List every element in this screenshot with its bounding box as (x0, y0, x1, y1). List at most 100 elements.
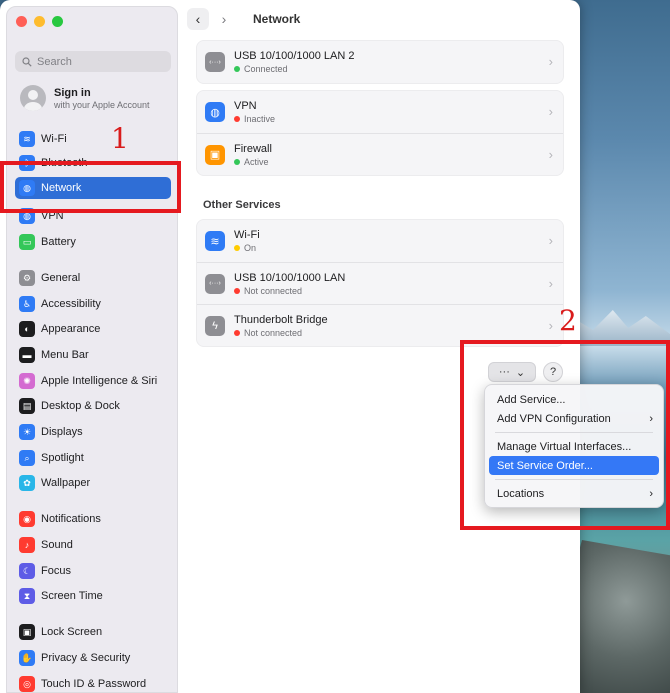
sidebar-item-label: Focus (41, 565, 71, 577)
sidebar-item-displays[interactable]: ☀ Displays (15, 421, 171, 443)
privacy-icon: ✋ (19, 650, 35, 666)
sidebar-item-label: Wi-Fi (41, 133, 67, 145)
sidebar-item-wallpaper[interactable]: ✿ Wallpaper (15, 472, 171, 494)
search-icon (22, 56, 32, 67)
close-button[interactable] (16, 16, 27, 27)
signin-subtitle: with your Apple Account (54, 99, 150, 110)
spotlight-icon: ⌕ (19, 450, 35, 466)
status-dot (234, 116, 240, 122)
sidebar-item-menu-bar[interactable]: ▬ Menu Bar (15, 344, 171, 366)
service-name: VPN (234, 100, 257, 112)
sidebar-item-sound[interactable]: ♪ Sound (15, 534, 171, 556)
service-name: Firewall (234, 142, 272, 155)
chevron-right-icon: › (548, 276, 553, 291)
service-name: USB 10/100/1000 LAN 2 (234, 50, 355, 62)
other-services-card: ≋ Wi-Fi On › ‹···› USB 10/100/1000 LAN Not con… (196, 219, 564, 347)
firewall-icon: ▣ (205, 144, 225, 165)
sound-icon: ♪ (19, 537, 35, 553)
siri-icon: ✺ (19, 373, 35, 389)
sidebar-item-label: Notifications (41, 513, 101, 525)
sidebar-item-wi-fi[interactable]: ≋ Wi-Fi (15, 128, 171, 150)
zoom-button[interactable] (52, 16, 63, 27)
status-dot (234, 158, 240, 165)
sidebar-item-apple-intelligence-siri[interactable]: ✺ Apple Intelligence & Siri (15, 370, 171, 392)
services-card: ‹···› USB 10/100/1000 LAN 2 Connected › (196, 40, 564, 84)
status-dot (234, 287, 240, 294)
sidebar-item-label: Displays (41, 426, 83, 438)
ethernet-icon: ‹···› (205, 52, 225, 72)
sidebar-item-label: General (41, 272, 81, 284)
sidebar-item-label: Sound (41, 539, 73, 551)
vpn-globe-icon: ◍ (205, 102, 225, 122)
dock-icon: ▤ (19, 398, 35, 414)
sidebar-item-spotlight[interactable]: ⌕ Spotlight (15, 447, 171, 469)
service-status: Not connected (244, 327, 303, 338)
service-row-vpn[interactable]: ◍ VPN Inactive › (197, 91, 563, 133)
search-field[interactable]: Search (15, 51, 171, 72)
chevron-left-icon: ‹ (195, 11, 201, 27)
menubar-icon: ▬ (19, 347, 35, 363)
service-name: USB 10/100/1000 LAN (234, 271, 346, 284)
sidebar-item-desktop-dock[interactable]: ▤ Desktop & Dock (15, 395, 171, 417)
sidebar-item-label: Appearance (41, 323, 101, 335)
sidebar-item-accessibility[interactable]: ♿ Accessibility (15, 293, 171, 315)
back-button[interactable]: ‹ (187, 8, 209, 30)
service-name: Thunderbolt Bridge (234, 313, 328, 326)
wallpaper-icon: ✿ (19, 475, 35, 491)
forward-button[interactable]: › (213, 8, 235, 30)
status-dot (234, 66, 240, 72)
focus-icon: ☾ (19, 563, 35, 579)
service-row-wi-fi[interactable]: ≋ Wi-Fi On › (197, 220, 563, 262)
sidebar-item-label: Wallpaper (41, 477, 91, 489)
sidebar-item-general[interactable]: ⚙ General (15, 267, 171, 289)
screentime-icon: ⧗ (19, 588, 35, 604)
annotation-number-1: 1 (111, 122, 129, 155)
service-row-usb-10-100-1000-lan-2[interactable]: ‹···› USB 10/100/1000 LAN 2 Connected › (197, 41, 563, 83)
service-status: Not connected (244, 285, 303, 296)
sidebar-item-label: Desktop & Dock (41, 400, 120, 412)
sidebar-item-label: Screen Time (41, 590, 103, 602)
annotation-box-2 (460, 340, 670, 530)
service-status: On (244, 243, 257, 253)
wifi-icon: ≋ (205, 231, 225, 251)
annotation-number-2: 2 (559, 304, 577, 337)
other-services-title: Other Services (203, 199, 281, 211)
status-dot (234, 329, 240, 336)
chevron-right-icon: › (548, 104, 553, 119)
minimize-button[interactable] (34, 16, 45, 27)
window-controls (16, 16, 63, 27)
sidebar-item-focus[interactable]: ☾ Focus (15, 560, 171, 582)
apple-account-signin[interactable]: Sign in with your Apple Account (20, 85, 150, 111)
signin-title: Sign in (54, 86, 91, 99)
sidebar-item-appearance[interactable]: ◐ Appearance (15, 318, 171, 340)
sidebar-item-label: Privacy & Security (41, 652, 131, 664)
sidebar-item-lock-screen[interactable]: ▣ Lock Screen (15, 621, 171, 643)
page-title: Network (253, 12, 301, 26)
sidebar-item-notifications[interactable]: ◉ Notifications (15, 508, 171, 530)
sidebar-item-privacy-security[interactable]: ✋ Privacy & Security (15, 647, 171, 669)
sidebar-item-screen-time[interactable]: ⧗ Screen Time (15, 585, 171, 607)
service-status: Connected (244, 64, 288, 74)
accessibility-icon: ♿ (19, 296, 35, 312)
touchid-icon: ◎ (19, 676, 35, 692)
service-row-firewall[interactable]: ▣ Firewall Active › (197, 133, 563, 175)
chevron-right-icon: › (548, 54, 553, 69)
service-status: Active (244, 156, 269, 167)
displays-icon: ☀ (19, 424, 35, 440)
chevron-right-icon: › (548, 147, 553, 162)
ethernet-icon: ‹···› (205, 273, 225, 294)
chevron-right-icon: › (548, 233, 553, 248)
sidebar-item-touch-id-password[interactable]: ◎ Touch ID & Password (15, 673, 171, 693)
service-name: Wi-Fi (234, 229, 260, 241)
status-dot (234, 245, 240, 251)
chevron-right-icon: › (548, 318, 553, 333)
sidebar-item-label: Menu Bar (41, 349, 89, 361)
sidebar-item-label: Touch ID & Password (41, 678, 147, 690)
sidebar-item-battery[interactable]: ▭ Battery (15, 231, 171, 253)
lock-icon: ▣ (19, 624, 35, 640)
wifi-icon: ≋ (19, 131, 35, 147)
battery-icon: ▭ (19, 234, 35, 250)
sidebar-item-label: Apple Intelligence & Siri (41, 375, 158, 387)
service-row-usb-10-100-1000-lan[interactable]: ‹···› USB 10/100/1000 LAN Not connected › (197, 262, 563, 304)
sidebar: Search Sign in with your Apple Account ≋… (6, 6, 178, 693)
